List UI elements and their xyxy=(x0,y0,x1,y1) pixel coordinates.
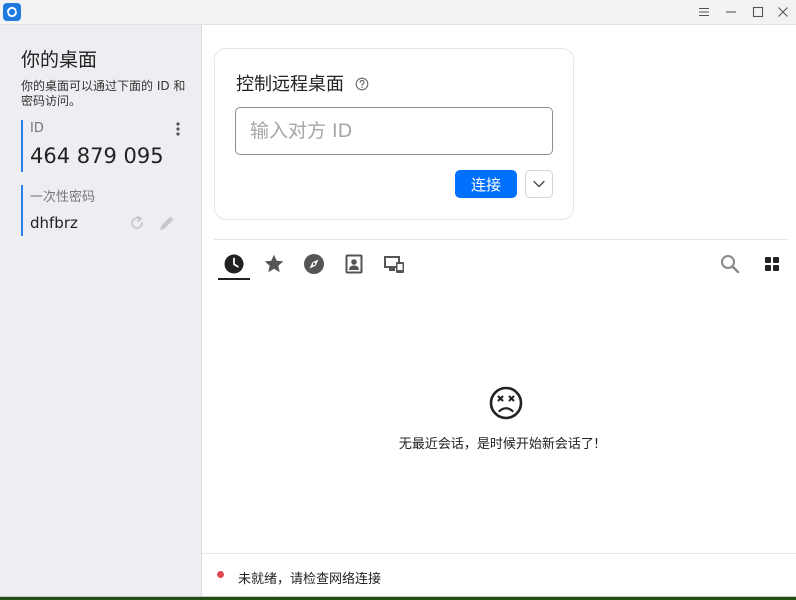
menu-icon[interactable] xyxy=(695,3,713,21)
close-icon[interactable] xyxy=(774,3,792,21)
search-button[interactable] xyxy=(719,253,741,275)
grid-view-icon xyxy=(765,257,779,271)
connect-options-button[interactable] xyxy=(525,170,553,198)
sidebar-title: 你的桌面 xyxy=(21,49,98,71)
tabs-divider xyxy=(214,239,788,240)
compass-icon xyxy=(304,254,324,274)
clock-icon xyxy=(224,254,244,274)
title-bar[interactable] xyxy=(0,0,796,25)
edit-pencil-icon[interactable] xyxy=(157,213,177,233)
devices-icon xyxy=(384,256,404,273)
status-text: 未就绪，请检查网络连接 xyxy=(238,572,382,587)
remote-id-input[interactable] xyxy=(235,107,553,155)
id-value[interactable]: 464 879 095 xyxy=(30,144,164,168)
grid-view-button[interactable] xyxy=(761,253,783,275)
rustdesk-logo-icon xyxy=(3,3,21,21)
tab-devices[interactable] xyxy=(383,253,405,275)
tab-recent-sessions[interactable] xyxy=(223,253,245,275)
sad-face-icon xyxy=(489,386,523,420)
tab-address-book[interactable] xyxy=(343,253,365,275)
help-icon[interactable] xyxy=(355,76,369,91)
id-field: ID 464 879 095 xyxy=(21,120,193,172)
status-indicator xyxy=(217,571,224,578)
maximize-icon[interactable] xyxy=(749,3,767,21)
password-label: 一次性密码 xyxy=(30,190,96,205)
password-field: 一次性密码 dhfbrz xyxy=(21,185,193,236)
sidebar-description: 你的桌面可以通过下面的 ID 和密码访问。 xyxy=(21,79,186,108)
empty-state-message: 无最近会话，是时候开始新会话了! xyxy=(398,437,600,452)
control-remote-card: 控制远程桌面 连接 xyxy=(214,48,574,220)
refresh-icon[interactable] xyxy=(127,213,147,233)
sidebar-your-desktop: 你的桌面 你的桌面可以通过下面的 ID 和密码访问。 ID 464 879 09… xyxy=(0,25,202,596)
search-icon xyxy=(721,255,740,274)
rustdesk-window: 你的桌面 你的桌面可以通过下面的 ID 和密码访问。 ID 464 879 09… xyxy=(0,0,796,597)
minimize-icon[interactable] xyxy=(722,3,740,21)
kebab-menu-icon[interactable] xyxy=(173,121,183,137)
status-bar: 未就绪，请检查网络连接 xyxy=(202,553,796,596)
star-icon xyxy=(264,254,284,273)
tab-discovered[interactable] xyxy=(303,253,325,275)
card-title: 控制远程桌面 xyxy=(236,74,344,95)
tab-favorites[interactable] xyxy=(263,253,285,275)
id-label: ID xyxy=(30,121,44,136)
contact-icon xyxy=(345,254,363,274)
password-value[interactable]: dhfbrz xyxy=(30,214,78,232)
chevron-down-icon xyxy=(533,180,545,188)
connect-button[interactable]: 连接 xyxy=(455,170,517,198)
active-tab-indicator xyxy=(218,278,250,280)
